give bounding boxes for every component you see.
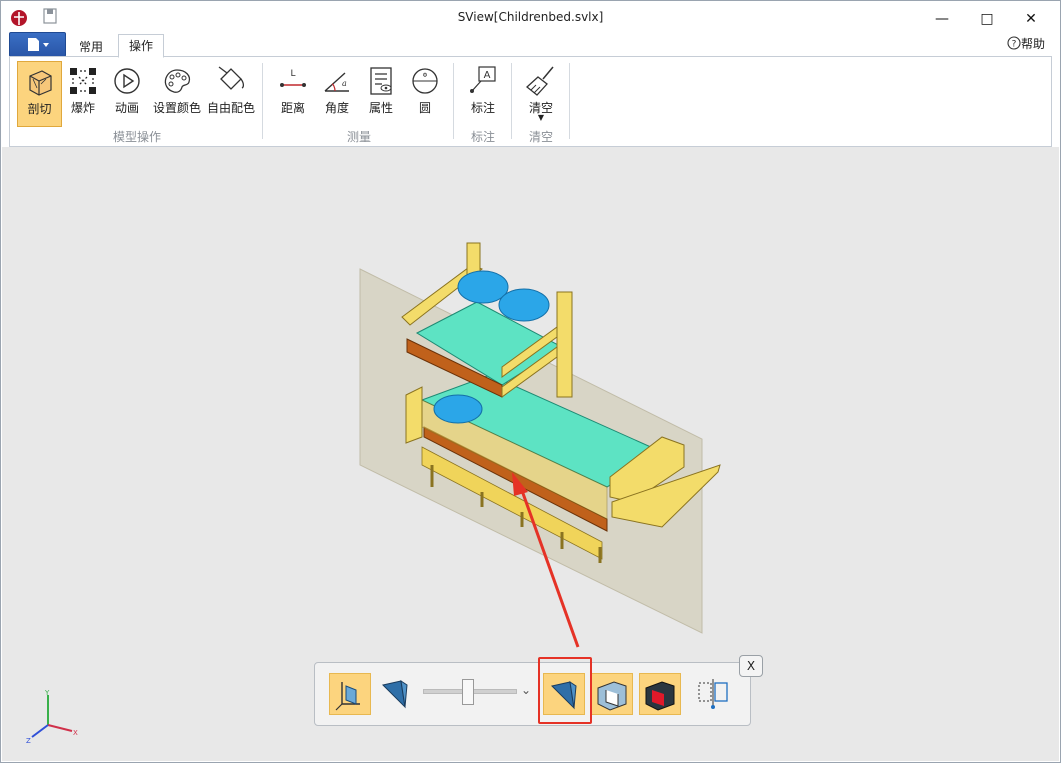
section-button[interactable]: 剖切: [17, 61, 62, 127]
free-color-label: 自由配色: [206, 101, 255, 115]
svg-text:?: ?: [1012, 40, 1017, 50]
svg-text:Φ: Φ: [423, 72, 428, 79]
tab-common[interactable]: 常用: [69, 37, 113, 57]
section-slider-track[interactable]: [423, 679, 517, 705]
distance-label: 距离: [280, 101, 305, 115]
palette-icon: [164, 69, 191, 93]
svg-text:A: A: [484, 70, 491, 81]
axis-plane-icon: [335, 682, 360, 711]
group-separator: [453, 63, 454, 139]
clear-dropdown-arrow-icon[interactable]: ▼: [521, 113, 561, 122]
section-solid-button[interactable]: [375, 673, 415, 713]
circle-measure-icon: Φ: [412, 68, 438, 94]
angle-icon: a: [324, 72, 349, 92]
axis-triad-icon: Y X Z: [26, 689, 78, 745]
annotation-icon: A: [470, 66, 496, 93]
group-separator: [262, 63, 263, 139]
free-color-button[interactable]: 自由配色: [205, 61, 257, 125]
clear-button[interactable]: 清空 ▼: [521, 61, 561, 125]
close-button[interactable]: ✕: [1016, 10, 1046, 28]
group-label-clear: 清空: [528, 130, 553, 144]
explode-button[interactable]: 爆炸: [63, 61, 103, 125]
help-button[interactable]: ? 帮助: [1007, 35, 1045, 52]
group-separator: [511, 63, 512, 139]
section-label: 剖切: [27, 102, 52, 116]
animation-label: 动画: [114, 101, 139, 115]
group-separator: [569, 63, 570, 139]
section-reverse-button[interactable]: [693, 673, 733, 713]
distance-icon: L: [280, 69, 306, 87]
group-label-annotate: 标注: [470, 130, 495, 144]
svg-text:X: X: [73, 729, 78, 737]
distance-button[interactable]: L 距离: [273, 61, 313, 125]
section-frame-button[interactable]: [591, 673, 633, 715]
svg-text:Y: Y: [44, 689, 50, 697]
animation-button[interactable]: 动画: [107, 61, 147, 125]
explode-icon: [70, 68, 96, 94]
help-icon: ?: [1007, 36, 1021, 50]
annotate-label: 标注: [470, 101, 495, 115]
broom-icon: [525, 66, 554, 96]
section-fill-button[interactable]: [639, 673, 681, 715]
minimize-button[interactable]: —: [927, 10, 957, 28]
help-label: 帮助: [1021, 37, 1046, 51]
explode-label: 爆炸: [70, 101, 95, 115]
tab-operation[interactable]: 操作: [118, 34, 165, 58]
axis-plane-button[interactable]: [329, 673, 371, 715]
slider-dropdown-icon[interactable]: ⌄: [521, 683, 531, 697]
maximize-button[interactable]: □: [972, 10, 1002, 28]
title-bar: SView[Childrenbed.svlx] — □ ✕: [1, 1, 1060, 33]
set-color-label: 设置颜色: [152, 101, 201, 115]
paint-bucket-icon: [218, 66, 245, 90]
svg-text:Z: Z: [26, 737, 31, 745]
cutaway-solid-icon: [645, 681, 675, 711]
angle-button[interactable]: a 角度: [317, 61, 357, 125]
properties-icon: [370, 67, 392, 95]
flip-plane-icon: [698, 679, 728, 709]
properties-button[interactable]: 属性: [361, 61, 401, 125]
section-cube-icon: [28, 70, 52, 96]
app-window: SView[Childrenbed.svlx] — □ ✕ 常用 操作 ? 帮助…: [0, 0, 1061, 763]
cutaway-box-icon: [597, 681, 627, 711]
prism-icon: [382, 679, 408, 709]
svg-text:a: a: [342, 79, 347, 88]
window-title: SView[Childrenbed.svlx]: [457, 10, 604, 24]
group-label-model: 模型操作: [112, 130, 161, 144]
circle-label: 圆: [418, 101, 431, 115]
section-slider-thumb[interactable]: [462, 679, 474, 705]
properties-label: 属性: [368, 101, 393, 115]
ribbon: 剖切 爆炸 动画 设置颜色 自由配色 L 距离 a 角度 属性 Φ 圆 A 标注…: [9, 56, 1052, 147]
group-label-measure: 测量: [346, 130, 371, 144]
close-toolbar-button[interactable]: X: [739, 655, 763, 677]
highlight-box: [538, 657, 592, 724]
document-icon: [28, 38, 49, 51]
set-color-button[interactable]: 设置颜色: [151, 61, 203, 125]
angle-label: 角度: [324, 101, 349, 115]
circle-button[interactable]: Φ 圆: [405, 61, 445, 125]
section-toolbar: ⌄: [314, 662, 751, 726]
svg-text:L: L: [290, 69, 295, 79]
file-menu-button[interactable]: [9, 32, 66, 57]
play-icon: [114, 68, 140, 94]
annotate-button[interactable]: A 标注: [463, 61, 503, 125]
